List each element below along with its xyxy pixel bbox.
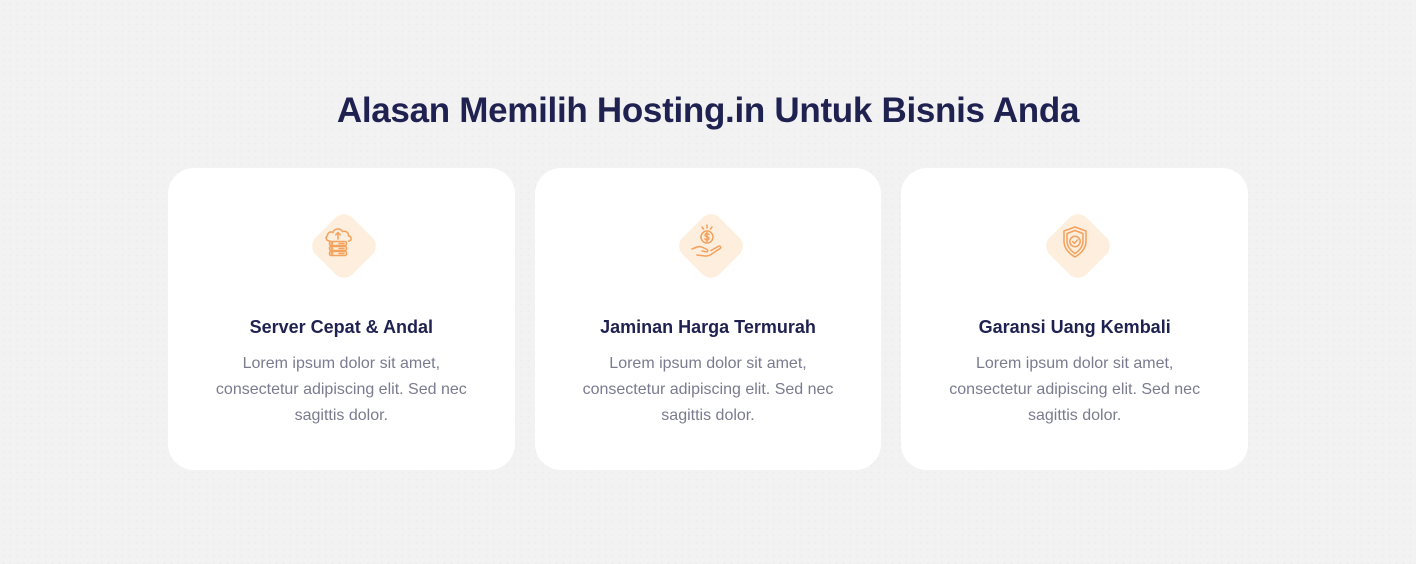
feature-card-server: Server Cepat & Andal Lorem ipsum dolor s… (168, 168, 515, 470)
card-description: Lorem ipsum dolor sit amet, consectetur … (582, 355, 834, 424)
hand-coin-icon (691, 224, 722, 257)
shield-check-icon (1062, 226, 1087, 258)
feature-icon-container (1035, 206, 1115, 286)
feature-icon-container (668, 206, 748, 286)
card-description: Lorem ipsum dolor sit amet, consectetur … (949, 355, 1201, 424)
card-title: Jaminan Harga Termurah (600, 317, 816, 337)
cloud-server-icon (325, 228, 353, 257)
section-title: Alasan Memilih Hosting.in Untuk Bisnis A… (336, 91, 1080, 130)
feature-card-price: Jaminan Harga Termurah Lorem ipsum dolor… (534, 168, 882, 470)
feature-icon-container (301, 206, 382, 286)
card-title: Server Cepat & Andal (249, 317, 434, 337)
card-description: Lorem ipsum dolor sit amet, consectetur … (215, 355, 467, 424)
feature-cards: Server Cepat & Andal Lorem ipsum dolor s… (168, 168, 1249, 470)
feature-card-guarantee: Garansi Uang Kembali Lorem ipsum dolor s… (901, 168, 1249, 470)
card-title: Garansi Uang Kembali (978, 317, 1171, 337)
